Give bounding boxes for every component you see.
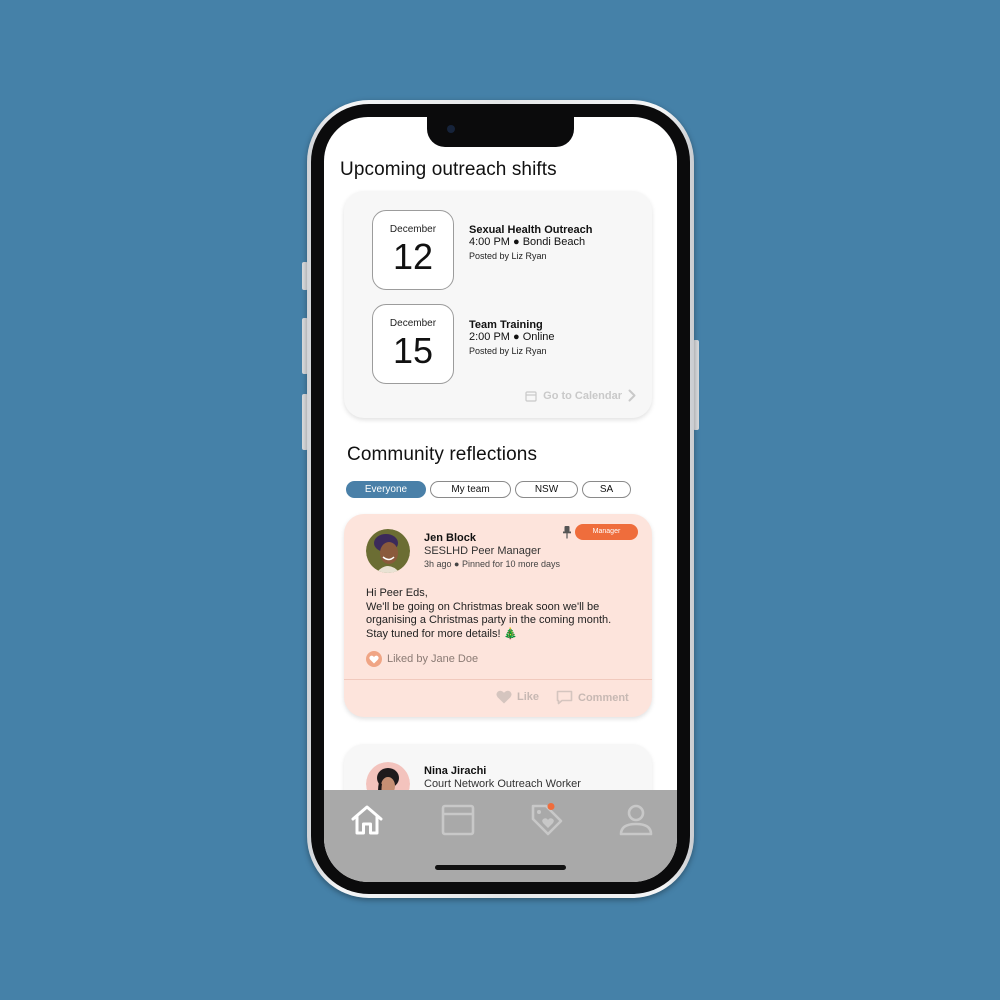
comment-button[interactable]: Comment [556,690,629,705]
filter-chip-sa[interactable]: SA [582,481,631,498]
filter-chip-nsw[interactable]: NSW [515,481,578,498]
shift-time-location: 2:00 PM ● Online [469,331,555,343]
go-to-calendar-link[interactable]: Go to Calendar [525,389,636,402]
post-author-role: SESLHD Peer Manager [424,545,541,557]
calendar-small-icon [525,390,537,402]
shift-info[interactable]: Team Training 2:00 PM ● Online Posted by… [469,319,555,356]
shift-day: 12 [392,236,434,277]
shift-month: December [389,318,437,329]
heart-icon [496,690,512,704]
post-body-line: Hi Peer Eds, [366,587,428,599]
comment-label: Comment [578,691,629,704]
post-body-line: We'll be going on Christmas break soon w… [366,600,612,640]
comment-icon [556,690,573,705]
pin-icon [563,526,571,539]
filter-chips: Everyone My team NSW SA [346,481,631,498]
upcoming-shifts-heading: Upcoming outreach shifts [340,159,557,180]
shift-posted-by: Posted by Liz Ryan [469,346,547,356]
post-timestamp: 3h ago ● Pinned for 10 more days [424,559,561,569]
manager-badge: Manager [575,524,638,540]
post-author-name[interactable]: Jen Block [424,532,476,544]
chevron-right-icon [628,389,636,402]
shift-month: December [389,224,437,235]
home-icon [351,805,383,835]
tag-heart-icon [531,803,563,836]
shift-date-box[interactable]: December 15 [372,304,454,384]
post-author-role: Court Network Outreach Worker [424,778,581,790]
tab-tags[interactable] [529,802,565,838]
upcoming-shifts-card: December 12 Sexual Health Outreach 4:00 … [344,191,652,418]
shift-title: Sexual Health Outreach [469,224,593,236]
post-divider [344,679,652,680]
shift-time-location: 4:00 PM ● Bondi Beach [469,236,586,248]
phone-screen: Upcoming outreach shifts December 12 Sex… [324,117,677,882]
front-camera [447,125,455,133]
like-label: Like [517,691,540,703]
shift-date-box[interactable]: December 12 [372,210,454,290]
filter-chip-my-team[interactable]: My team [430,481,511,498]
pinned-post-card: Jen Block SESLHD Peer Manager 3h ago ● P… [344,514,652,717]
liked-heart-icon [366,651,382,667]
shift-info[interactable]: Sexual Health Outreach 4:00 PM ● Bondi B… [469,224,593,261]
profile-icon [619,804,653,836]
avatar[interactable] [366,529,410,573]
tab-profile[interactable] [618,802,654,838]
post-author-name[interactable]: Nina Jirachi [424,765,486,777]
post-body: Hi Peer Eds, We'll be going on Christmas… [366,587,636,641]
community-reflections-heading: Community reflections [347,444,538,465]
go-to-calendar-label: Go to Calendar [543,389,622,402]
tab-calendar[interactable] [440,802,476,838]
shift-title: Team Training [469,319,543,331]
tab-home[interactable] [349,802,385,838]
bottom-tab-bar [324,790,677,882]
liked-by-row[interactable]: Liked by Jane Doe [366,651,478,667]
home-indicator[interactable] [435,865,566,870]
like-button[interactable]: Like [496,690,539,704]
shift-posted-by: Posted by Liz Ryan [469,251,547,261]
calendar-icon [441,804,475,836]
notch [427,117,574,147]
liked-by-text: Liked by Jane Doe [387,653,479,665]
shift-day: 15 [392,330,434,371]
filter-chip-everyone[interactable]: Everyone [346,481,426,498]
